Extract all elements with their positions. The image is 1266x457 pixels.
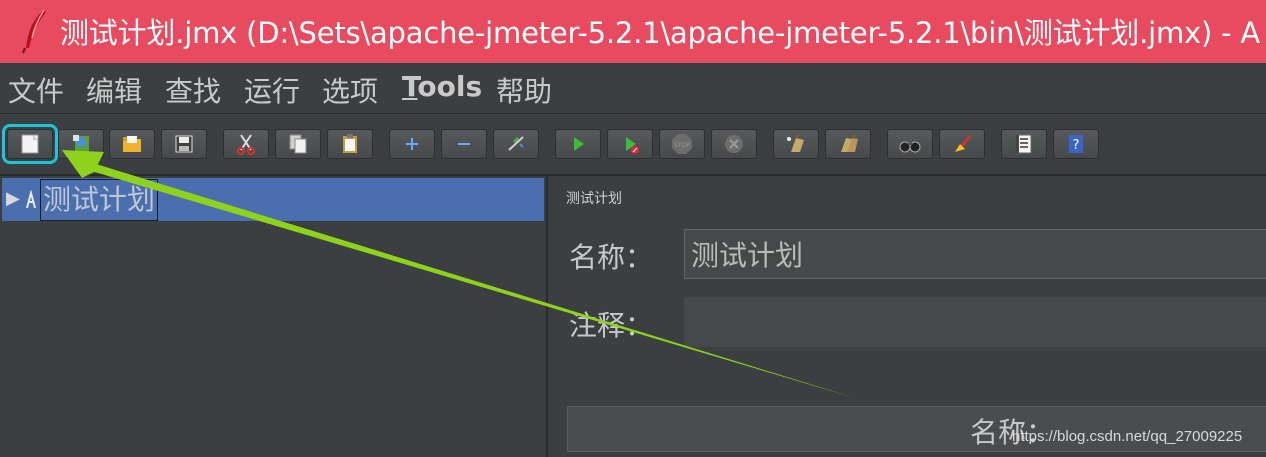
- help-book-icon: ?: [1069, 135, 1083, 153]
- reset-search-broom-icon: [955, 135, 972, 152]
- test-plan-tree: ▶ 测试计划: [0, 176, 548, 457]
- save-button[interactable]: [161, 129, 207, 159]
- copy-icon: [289, 134, 307, 154]
- clear-button[interactable]: [773, 129, 819, 159]
- minus-icon: [458, 143, 470, 145]
- menu-run[interactable]: 运行: [244, 70, 300, 110]
- test-plan-node-icon: [26, 190, 36, 209]
- scissors-icon: [237, 134, 255, 155]
- shutdown-button[interactable]: [711, 129, 757, 159]
- reset-search-button[interactable]: [939, 129, 985, 159]
- new-button[interactable]: [2, 124, 58, 164]
- folder-open-icon: [123, 136, 141, 152]
- tree-node-label[interactable]: 测试计划: [40, 179, 159, 221]
- shutdown-x-icon: [725, 135, 743, 153]
- templates-button[interactable]: [58, 129, 104, 159]
- menu-search[interactable]: 查找: [165, 70, 221, 110]
- clear-broom-icon: [787, 133, 804, 152]
- start-no-pauses-button[interactable]: [607, 129, 653, 159]
- svg-text:STOP: STOP: [674, 142, 690, 149]
- help-button[interactable]: ?: [1053, 129, 1099, 159]
- new-file-icon: [21, 134, 39, 154]
- clear-all-button[interactable]: [825, 129, 871, 159]
- play-icon: [574, 137, 584, 151]
- plus-icon: [406, 138, 418, 150]
- function-list-icon: [1016, 134, 1032, 154]
- comment-label: 注释：: [569, 309, 654, 342]
- templates-icon: [73, 135, 89, 152]
- toolbar: STOP ?: [0, 114, 1266, 176]
- menu-options[interactable]: 选项: [322, 70, 378, 110]
- binoculars-icon: [899, 139, 921, 153]
- name-label: 名称：: [569, 241, 654, 274]
- open-button[interactable]: [109, 129, 155, 159]
- toggle-wand-icon: [508, 136, 524, 151]
- stop-sign-icon: STOP: [672, 134, 692, 154]
- function-helper-button[interactable]: [1001, 129, 1047, 159]
- menu-help[interactable]: 帮助: [496, 70, 552, 110]
- name-input[interactable]: [684, 229, 1266, 279]
- panel-title: 测试计划: [566, 191, 622, 207]
- window-title: 测试计划.jmx (D:\Sets\apache-jmeter-5.2.1\ap…: [60, 16, 1261, 50]
- clear-all-broom-icon: [841, 133, 858, 152]
- menu-edit[interactable]: 编辑: [86, 70, 142, 110]
- search-button[interactable]: [887, 129, 933, 159]
- copy-button[interactable]: [275, 129, 321, 159]
- expand-all-button[interactable]: [389, 129, 435, 159]
- menu-tools[interactable]: Tools: [402, 70, 482, 103]
- expand-arrow-icon[interactable]: ▶: [6, 188, 20, 209]
- start-button[interactable]: [555, 129, 601, 159]
- play-no-pause-icon: [626, 137, 639, 154]
- jmeter-feather-icon: [22, 9, 46, 54]
- paste-button[interactable]: [327, 129, 373, 159]
- clipboard-icon: [343, 134, 357, 153]
- watermark: https://blog.csdn.net/qq_27009225: [1012, 428, 1243, 445]
- menu-tools-mnemonic: T: [402, 70, 418, 103]
- toggle-button[interactable]: [493, 129, 539, 159]
- save-disk-icon: [175, 135, 193, 153]
- menu-bar: 文件 编辑 查找 运行 选项 Tools 帮助: [0, 63, 1266, 114]
- menu-file[interactable]: 文件: [8, 70, 64, 110]
- test-plan-panel: 测试计划 名称： 注释： 名称：: [556, 176, 1266, 457]
- svg-text:?: ?: [1073, 138, 1080, 153]
- tree-node-test-plan[interactable]: ▶ 测试计划: [2, 178, 544, 221]
- stop-button[interactable]: STOP: [659, 129, 705, 159]
- comment-input[interactable]: [684, 297, 1266, 347]
- menu-tools-rest: ools: [417, 70, 483, 103]
- title-bar: 测试计划.jmx (D:\Sets\apache-jmeter-5.2.1\ap…: [0, 0, 1266, 63]
- cut-button[interactable]: [223, 129, 269, 159]
- collapse-all-button[interactable]: [441, 129, 487, 159]
